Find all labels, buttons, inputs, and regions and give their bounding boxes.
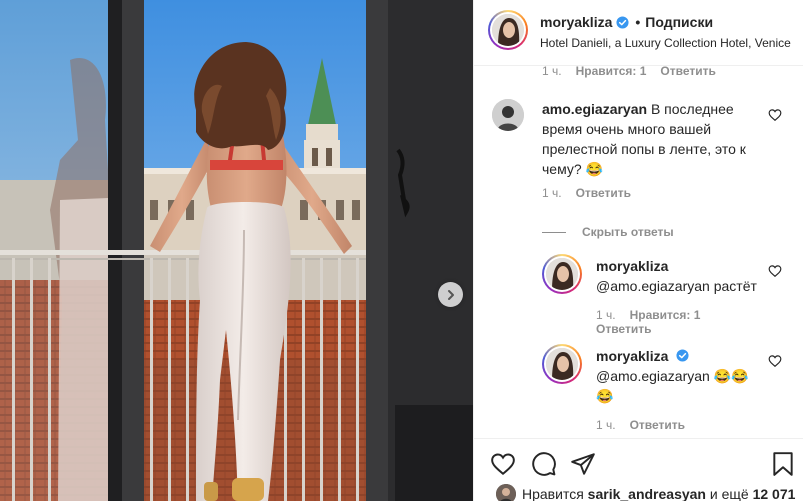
post-actions: [474, 438, 803, 488]
avatar-image: [492, 14, 524, 46]
replies-divider: [542, 231, 566, 233]
author-line: moryakliza • Подписки: [540, 14, 713, 30]
comment-body-line2: время очень много вашей: [542, 121, 712, 137]
avatar-image: [546, 258, 578, 290]
comment-meta: 1 ч. Ответить: [542, 186, 631, 200]
commenter-avatar[interactable]: [492, 99, 524, 131]
reply-author-avatar[interactable]: [542, 254, 582, 294]
header-separator: •: [635, 14, 641, 30]
verified-badge-icon: [676, 349, 689, 362]
commenter-avatar-image: [492, 99, 524, 131]
likes-count[interactable]: 12 071: [753, 486, 796, 501]
comment-body-line4: чему? 😂: [542, 161, 603, 177]
reply-button[interactable]: Ответить: [630, 418, 685, 432]
comment-body-line3: прелестной попы в ленте, это к: [542, 141, 746, 157]
next-photo-button[interactable]: [438, 282, 463, 307]
reply-meta: 1 ч. Нравится: 1: [596, 308, 700, 322]
reply-like-heart-icon[interactable]: [768, 354, 782, 368]
reply-body: растёт: [713, 278, 757, 294]
photo-image: [0, 0, 473, 501]
chevron-right-icon: [447, 289, 454, 300]
likes-prefix: Нравится: [522, 486, 584, 501]
reply-text: moryakliza @amo.egiazaryan 😂😂 😂: [596, 346, 771, 406]
reply-text: moryakliza @amo.egiazaryan растёт: [596, 256, 771, 296]
reply-likes[interactable]: Нравится: 1: [630, 308, 701, 322]
comment-item: amo.egiazaryan В последнее время очень м…: [474, 66, 803, 216]
reply-button[interactable]: Ответить: [576, 186, 631, 200]
post-photo[interactable]: [0, 0, 473, 501]
reply-actions: Ответить: [596, 322, 651, 336]
reply-username[interactable]: moryakliza: [596, 258, 668, 274]
reply-item: moryakliza @amo.egiazaryan растёт 1 ч. Н…: [474, 250, 803, 336]
comments-list[interactable]: 1 ч. Нравится: 1 Ответить amo.egiazaryan…: [474, 66, 803, 438]
post-header: moryakliza • Подписки Hotel Danieli, a L…: [474, 0, 803, 66]
author-username[interactable]: moryakliza: [540, 14, 612, 30]
reply-emoji-line2: 😂: [596, 388, 614, 404]
likes-text: Нравится sarik_andreasyan и ещё 12 071: [522, 486, 795, 501]
hide-replies-label[interactable]: Скрыть ответы: [582, 225, 674, 239]
reply-mention[interactable]: @amo.egiazaryan: [596, 368, 710, 384]
comment-body-line1: В последнее: [650, 101, 734, 117]
verified-badge-icon: [616, 15, 629, 29]
avatar-image: [546, 348, 578, 380]
likes-summary: Нравится sarik_andreasyan и ещё 12 071: [474, 482, 803, 501]
author-avatar[interactable]: [488, 10, 528, 50]
comment-icon[interactable]: [531, 451, 557, 477]
reply-time[interactable]: 1 ч.: [596, 418, 616, 432]
reply-item: moryakliza @amo.egiazaryan 😂😂 😂 1 ч. Отв…: [474, 340, 803, 438]
reply-button[interactable]: Ответить: [596, 322, 651, 336]
reply-time[interactable]: 1 ч.: [596, 308, 616, 322]
reply-username[interactable]: moryakliza: [596, 348, 668, 364]
reply-author-avatar[interactable]: [542, 344, 582, 384]
likes-middle: и ещё: [709, 486, 749, 501]
comment-text: amo.egiazaryan В последнее время очень м…: [542, 99, 764, 179]
reply-meta: 1 ч. Ответить: [596, 418, 685, 432]
comment-time[interactable]: 1 ч.: [542, 186, 562, 200]
share-icon[interactable]: [570, 451, 596, 477]
comment-username[interactable]: amo.egiazaryan: [542, 101, 647, 117]
liker-username[interactable]: sarik_andreasyan: [588, 486, 706, 501]
liker-avatar[interactable]: [496, 484, 516, 501]
bookmark-icon[interactable]: [770, 451, 796, 477]
following-button[interactable]: Подписки: [645, 14, 713, 30]
reply-emoji-line1: 😂😂: [713, 368, 749, 384]
comment-like-heart-icon[interactable]: [768, 108, 782, 122]
heart-icon[interactable]: [490, 451, 516, 477]
reply-like-heart-icon[interactable]: [768, 264, 782, 278]
hide-replies-button[interactable]: Скрыть ответы: [542, 225, 674, 239]
reply-mention[interactable]: @amo.egiazaryan: [596, 278, 710, 294]
location-link[interactable]: Hotel Danieli, a Luxury Collection Hotel…: [540, 36, 791, 50]
liker-avatar-image: [496, 484, 516, 501]
post-side-panel: moryakliza • Подписки Hotel Danieli, a L…: [473, 0, 803, 501]
